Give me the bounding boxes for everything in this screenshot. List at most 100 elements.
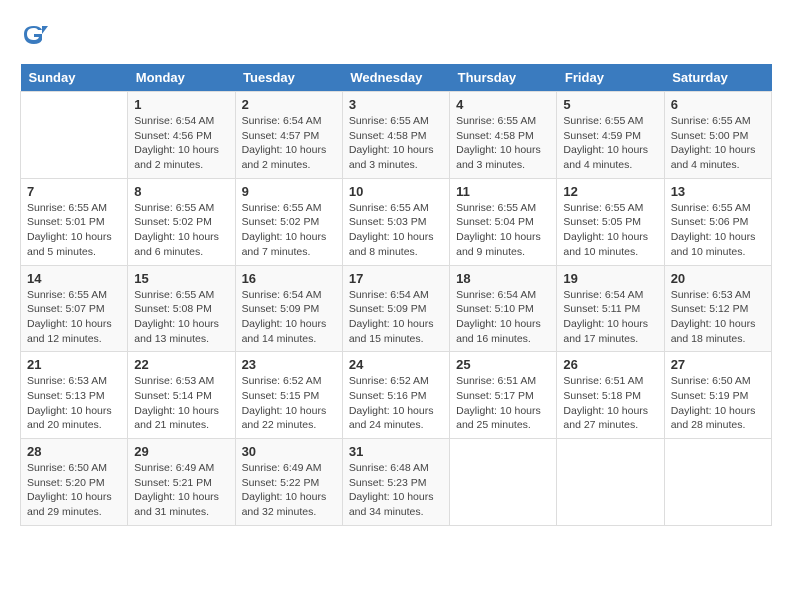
- calendar-cell: [557, 439, 664, 526]
- day-info: Sunrise: 6:51 AM Sunset: 5:18 PM Dayligh…: [563, 374, 657, 433]
- day-number: 16: [242, 271, 336, 286]
- day-info: Sunrise: 6:52 AM Sunset: 5:16 PM Dayligh…: [349, 374, 443, 433]
- day-info: Sunrise: 6:55 AM Sunset: 4:59 PM Dayligh…: [563, 114, 657, 173]
- day-info: Sunrise: 6:52 AM Sunset: 5:15 PM Dayligh…: [242, 374, 336, 433]
- day-info: Sunrise: 6:50 AM Sunset: 5:19 PM Dayligh…: [671, 374, 765, 433]
- day-info: Sunrise: 6:53 AM Sunset: 5:13 PM Dayligh…: [27, 374, 121, 433]
- day-info: Sunrise: 6:55 AM Sunset: 5:01 PM Dayligh…: [27, 201, 121, 260]
- day-info: Sunrise: 6:49 AM Sunset: 5:22 PM Dayligh…: [242, 461, 336, 520]
- day-number: 25: [456, 357, 550, 372]
- calendar-cell: 20 Sunrise: 6:53 AM Sunset: 5:12 PM Dayli…: [664, 265, 771, 352]
- calendar-table: SundayMondayTuesdayWednesdayThursdayFrid…: [20, 64, 772, 526]
- day-info: Sunrise: 6:54 AM Sunset: 4:56 PM Dayligh…: [134, 114, 228, 173]
- day-info: Sunrise: 6:55 AM Sunset: 5:03 PM Dayligh…: [349, 201, 443, 260]
- day-info: Sunrise: 6:55 AM Sunset: 5:07 PM Dayligh…: [27, 288, 121, 347]
- calendar-cell: 13 Sunrise: 6:55 AM Sunset: 5:06 PM Dayli…: [664, 178, 771, 265]
- day-info: Sunrise: 6:55 AM Sunset: 5:04 PM Dayligh…: [456, 201, 550, 260]
- day-info: Sunrise: 6:55 AM Sunset: 5:08 PM Dayligh…: [134, 288, 228, 347]
- day-info: Sunrise: 6:54 AM Sunset: 5:11 PM Dayligh…: [563, 288, 657, 347]
- day-number: 24: [349, 357, 443, 372]
- calendar-week-4: 21 Sunrise: 6:53 AM Sunset: 5:13 PM Dayli…: [21, 352, 772, 439]
- day-number: 20: [671, 271, 765, 286]
- day-number: 22: [134, 357, 228, 372]
- day-info: Sunrise: 6:55 AM Sunset: 5:05 PM Dayligh…: [563, 201, 657, 260]
- day-number: 18: [456, 271, 550, 286]
- calendar-cell: 3 Sunrise: 6:55 AM Sunset: 4:58 PM Daylig…: [342, 92, 449, 179]
- day-number: 23: [242, 357, 336, 372]
- calendar-cell: [664, 439, 771, 526]
- calendar-cell: 27Sunrise: 6:50 AM Sunset: 5:19 PM Dayli…: [664, 352, 771, 439]
- day-info: Sunrise: 6:49 AM Sunset: 5:21 PM Dayligh…: [134, 461, 228, 520]
- calendar-cell: 12Sunrise: 6:55 AM Sunset: 5:05 PM Dayli…: [557, 178, 664, 265]
- day-info: Sunrise: 6:55 AM Sunset: 4:58 PM Dayligh…: [456, 114, 550, 173]
- calendar-cell: 26 Sunrise: 6:51 AM Sunset: 5:18 PM Dayli…: [557, 352, 664, 439]
- calendar-cell: 7 Sunrise: 6:55 AM Sunset: 5:01 PM Daylig…: [21, 178, 128, 265]
- calendar-cell: 29 Sunrise: 6:49 AM Sunset: 5:21 PM Dayli…: [128, 439, 235, 526]
- calendar-cell: 11Sunrise: 6:55 AM Sunset: 5:04 PM Dayli…: [450, 178, 557, 265]
- calendar-cell: 24 Sunrise: 6:52 AM Sunset: 5:16 PM Dayli…: [342, 352, 449, 439]
- calendar-week-1: 1 Sunrise: 6:54 AM Sunset: 4:56 PM Daylig…: [21, 92, 772, 179]
- day-info: Sunrise: 6:55 AM Sunset: 4:58 PM Dayligh…: [349, 114, 443, 173]
- weekday-header-saturday: Saturday: [664, 64, 771, 92]
- day-info: Sunrise: 6:55 AM Sunset: 5:00 PM Dayligh…: [671, 114, 765, 173]
- calendar-cell: 18Sunrise: 6:54 AM Sunset: 5:10 PM Dayli…: [450, 265, 557, 352]
- calendar-cell: 15 Sunrise: 6:55 AM Sunset: 5:08 PM Dayli…: [128, 265, 235, 352]
- day-info: Sunrise: 6:54 AM Sunset: 5:09 PM Dayligh…: [242, 288, 336, 347]
- day-number: 6: [671, 97, 765, 112]
- weekday-header-monday: Monday: [128, 64, 235, 92]
- logo: [20, 20, 52, 48]
- calendar-cell: 19Sunrise: 6:54 AM Sunset: 5:11 PM Dayli…: [557, 265, 664, 352]
- day-info: Sunrise: 6:54 AM Sunset: 5:09 PM Dayligh…: [349, 288, 443, 347]
- calendar-week-2: 7 Sunrise: 6:55 AM Sunset: 5:01 PM Daylig…: [21, 178, 772, 265]
- day-number: 8: [134, 184, 228, 199]
- day-number: 2: [242, 97, 336, 112]
- day-number: 1: [134, 97, 228, 112]
- day-info: Sunrise: 6:48 AM Sunset: 5:23 PM Dayligh…: [349, 461, 443, 520]
- day-number: 7: [27, 184, 121, 199]
- day-number: 17: [349, 271, 443, 286]
- calendar-cell: 16 Sunrise: 6:54 AM Sunset: 5:09 PM Dayli…: [235, 265, 342, 352]
- weekday-header-thursday: Thursday: [450, 64, 557, 92]
- weekday-header-tuesday: Tuesday: [235, 64, 342, 92]
- weekday-header-sunday: Sunday: [21, 64, 128, 92]
- weekday-header-wednesday: Wednesday: [342, 64, 449, 92]
- calendar-cell: 6 Sunrise: 6:55 AM Sunset: 5:00 PM Daylig…: [664, 92, 771, 179]
- day-info: Sunrise: 6:55 AM Sunset: 5:06 PM Dayligh…: [671, 201, 765, 260]
- calendar-cell: [21, 92, 128, 179]
- calendar-cell: 28 Sunrise: 6:50 AM Sunset: 5:20 PM Dayli…: [21, 439, 128, 526]
- day-number: 10: [349, 184, 443, 199]
- day-info: Sunrise: 6:53 AM Sunset: 5:14 PM Dayligh…: [134, 374, 228, 433]
- calendar-cell: 22 Sunrise: 6:53 AM Sunset: 5:14 PM Dayli…: [128, 352, 235, 439]
- calendar-cell: 2Sunrise: 6:54 AM Sunset: 4:57 PM Daylig…: [235, 92, 342, 179]
- day-info: Sunrise: 6:55 AM Sunset: 5:02 PM Dayligh…: [242, 201, 336, 260]
- day-number: 3: [349, 97, 443, 112]
- day-info: Sunrise: 6:55 AM Sunset: 5:02 PM Dayligh…: [134, 201, 228, 260]
- calendar-body: 1 Sunrise: 6:54 AM Sunset: 4:56 PM Daylig…: [21, 92, 772, 526]
- day-number: 26: [563, 357, 657, 372]
- day-number: 30: [242, 444, 336, 459]
- weekday-row: SundayMondayTuesdayWednesdayThursdayFrid…: [21, 64, 772, 92]
- day-info: Sunrise: 6:53 AM Sunset: 5:12 PM Dayligh…: [671, 288, 765, 347]
- day-number: 21: [27, 357, 121, 372]
- day-number: 15: [134, 271, 228, 286]
- weekday-header-friday: Friday: [557, 64, 664, 92]
- day-number: 4: [456, 97, 550, 112]
- day-number: 31: [349, 444, 443, 459]
- day-number: 28: [27, 444, 121, 459]
- calendar-cell: 4 Sunrise: 6:55 AM Sunset: 4:58 PM Daylig…: [450, 92, 557, 179]
- day-number: 5: [563, 97, 657, 112]
- calendar-cell: 5 Sunrise: 6:55 AM Sunset: 4:59 PM Daylig…: [557, 92, 664, 179]
- calendar-cell: 25 Sunrise: 6:51 AM Sunset: 5:17 PM Dayli…: [450, 352, 557, 439]
- day-number: 9: [242, 184, 336, 199]
- day-info: Sunrise: 6:50 AM Sunset: 5:20 PM Dayligh…: [27, 461, 121, 520]
- day-info: Sunrise: 6:51 AM Sunset: 5:17 PM Dayligh…: [456, 374, 550, 433]
- calendar-cell: 8 Sunrise: 6:55 AM Sunset: 5:02 PM Daylig…: [128, 178, 235, 265]
- day-number: 29: [134, 444, 228, 459]
- calendar-cell: 9 Sunrise: 6:55 AM Sunset: 5:02 PM Daylig…: [235, 178, 342, 265]
- page-header: [20, 20, 772, 48]
- calendar-cell: 14Sunrise: 6:55 AM Sunset: 5:07 PM Dayli…: [21, 265, 128, 352]
- calendar-cell: 23 Sunrise: 6:52 AM Sunset: 5:15 PM Dayli…: [235, 352, 342, 439]
- calendar-cell: 10 Sunrise: 6:55 AM Sunset: 5:03 PM Dayli…: [342, 178, 449, 265]
- day-number: 13: [671, 184, 765, 199]
- calendar-header: SundayMondayTuesdayWednesdayThursdayFrid…: [21, 64, 772, 92]
